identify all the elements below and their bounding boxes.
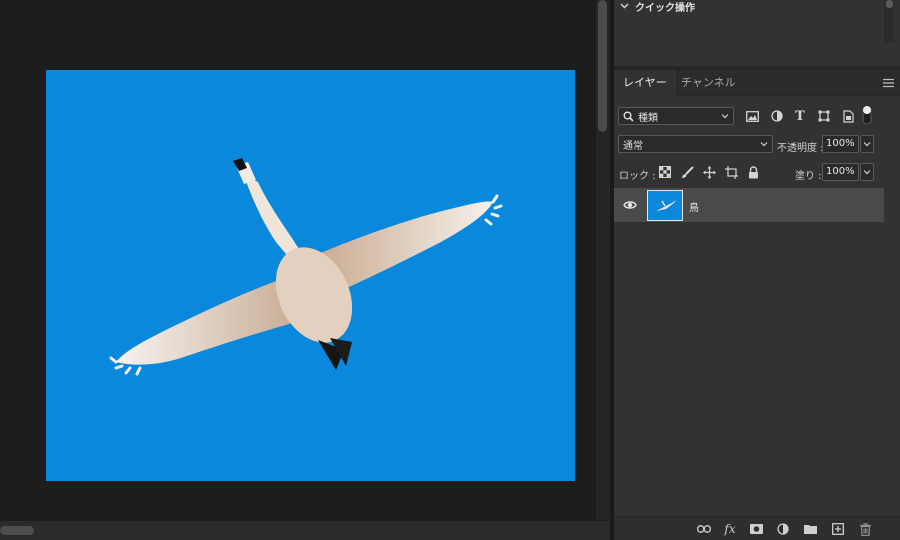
mask-icon[interactable]	[748, 521, 764, 537]
opacity-dropdown-button[interactable]	[860, 135, 874, 153]
tab-layers[interactable]: レイヤー	[614, 70, 676, 96]
chevron-down-icon	[721, 114, 729, 119]
filter-toggle-icon[interactable]	[862, 104, 872, 126]
layers-tabs: レイヤー チャンネル	[614, 70, 900, 96]
layers-footer: fx	[614, 516, 900, 540]
document-image-swan[interactable]	[46, 70, 575, 481]
shape-filter-icon[interactable]	[816, 108, 832, 124]
layer-filter-dropdown[interactable]: 種類	[618, 107, 734, 125]
lock-image-pixels-icon[interactable]	[679, 164, 695, 180]
layers-panel: レイヤー チャンネル 種類 T 通常 不透明度: 100% ロック: 塗り …	[614, 70, 900, 540]
quick-actions-title: クイック操作	[635, 2, 695, 14]
group-folder-icon[interactable]	[802, 521, 818, 537]
quick-actions-header[interactable]: クイック操作	[620, 0, 695, 14]
delete-layer-icon[interactable]	[857, 521, 873, 537]
opacity-label: 不透明度 :	[777, 143, 824, 154]
link-layers-icon[interactable]	[696, 521, 712, 537]
lock-all-icon[interactable]	[745, 164, 761, 180]
new-layer-icon[interactable]	[830, 521, 846, 537]
canvas-area[interactable]	[0, 0, 596, 540]
chevron-down-icon	[620, 3, 629, 9]
right-panels: クイック操作 レイヤー チャンネル 種類 T 通常 不透明度: 100% ロッ…	[614, 0, 900, 540]
search-icon	[623, 111, 634, 122]
blend-mode-value: 通常	[623, 140, 643, 152]
chevron-down-icon	[863, 142, 871, 147]
smart-object-filter-icon[interactable]	[840, 108, 856, 124]
opacity-field[interactable]: 100%	[822, 135, 859, 153]
adjustment-filter-icon[interactable]	[769, 108, 785, 124]
quick-actions-panel: クイック操作	[614, 0, 900, 66]
layer-row[interactable]: 鳥	[614, 188, 884, 222]
image-filter-icon[interactable]	[744, 108, 760, 124]
fill-label: 塗り :	[795, 171, 822, 182]
fill-field[interactable]: 100%	[822, 163, 859, 181]
lock-position-icon[interactable]	[701, 164, 717, 180]
tab-channels[interactable]: チャンネル	[672, 70, 745, 96]
adjustment-layer-icon[interactable]	[775, 521, 791, 537]
lock-transparent-pixels-icon[interactable]	[657, 164, 673, 180]
chevron-down-icon	[760, 142, 768, 147]
fx-icon[interactable]: fx	[722, 521, 738, 537]
layer-name[interactable]: 鳥	[689, 199, 699, 214]
horizontal-scroll-thumb[interactable]	[0, 526, 34, 535]
panel-menu-icon[interactable]	[883, 78, 894, 88]
fill-dropdown-button[interactable]	[860, 163, 874, 181]
layer-filter-value: 種類	[638, 112, 658, 124]
eye-icon[interactable]	[623, 199, 637, 211]
swan-photo	[109, 158, 503, 376]
layer-thumbnail[interactable]	[647, 190, 683, 221]
lock-label: ロック :	[619, 171, 656, 182]
quick-actions-scroll-thumb[interactable]	[886, 0, 893, 8]
lock-artboard-icon[interactable]	[723, 164, 739, 180]
horizontal-scrollbar[interactable]	[0, 521, 610, 540]
type-filter-icon[interactable]: T	[792, 108, 808, 124]
vertical-scroll-thumb[interactable]	[598, 0, 607, 132]
chevron-down-icon	[863, 170, 871, 175]
blend-mode-dropdown[interactable]: 通常	[618, 135, 773, 153]
